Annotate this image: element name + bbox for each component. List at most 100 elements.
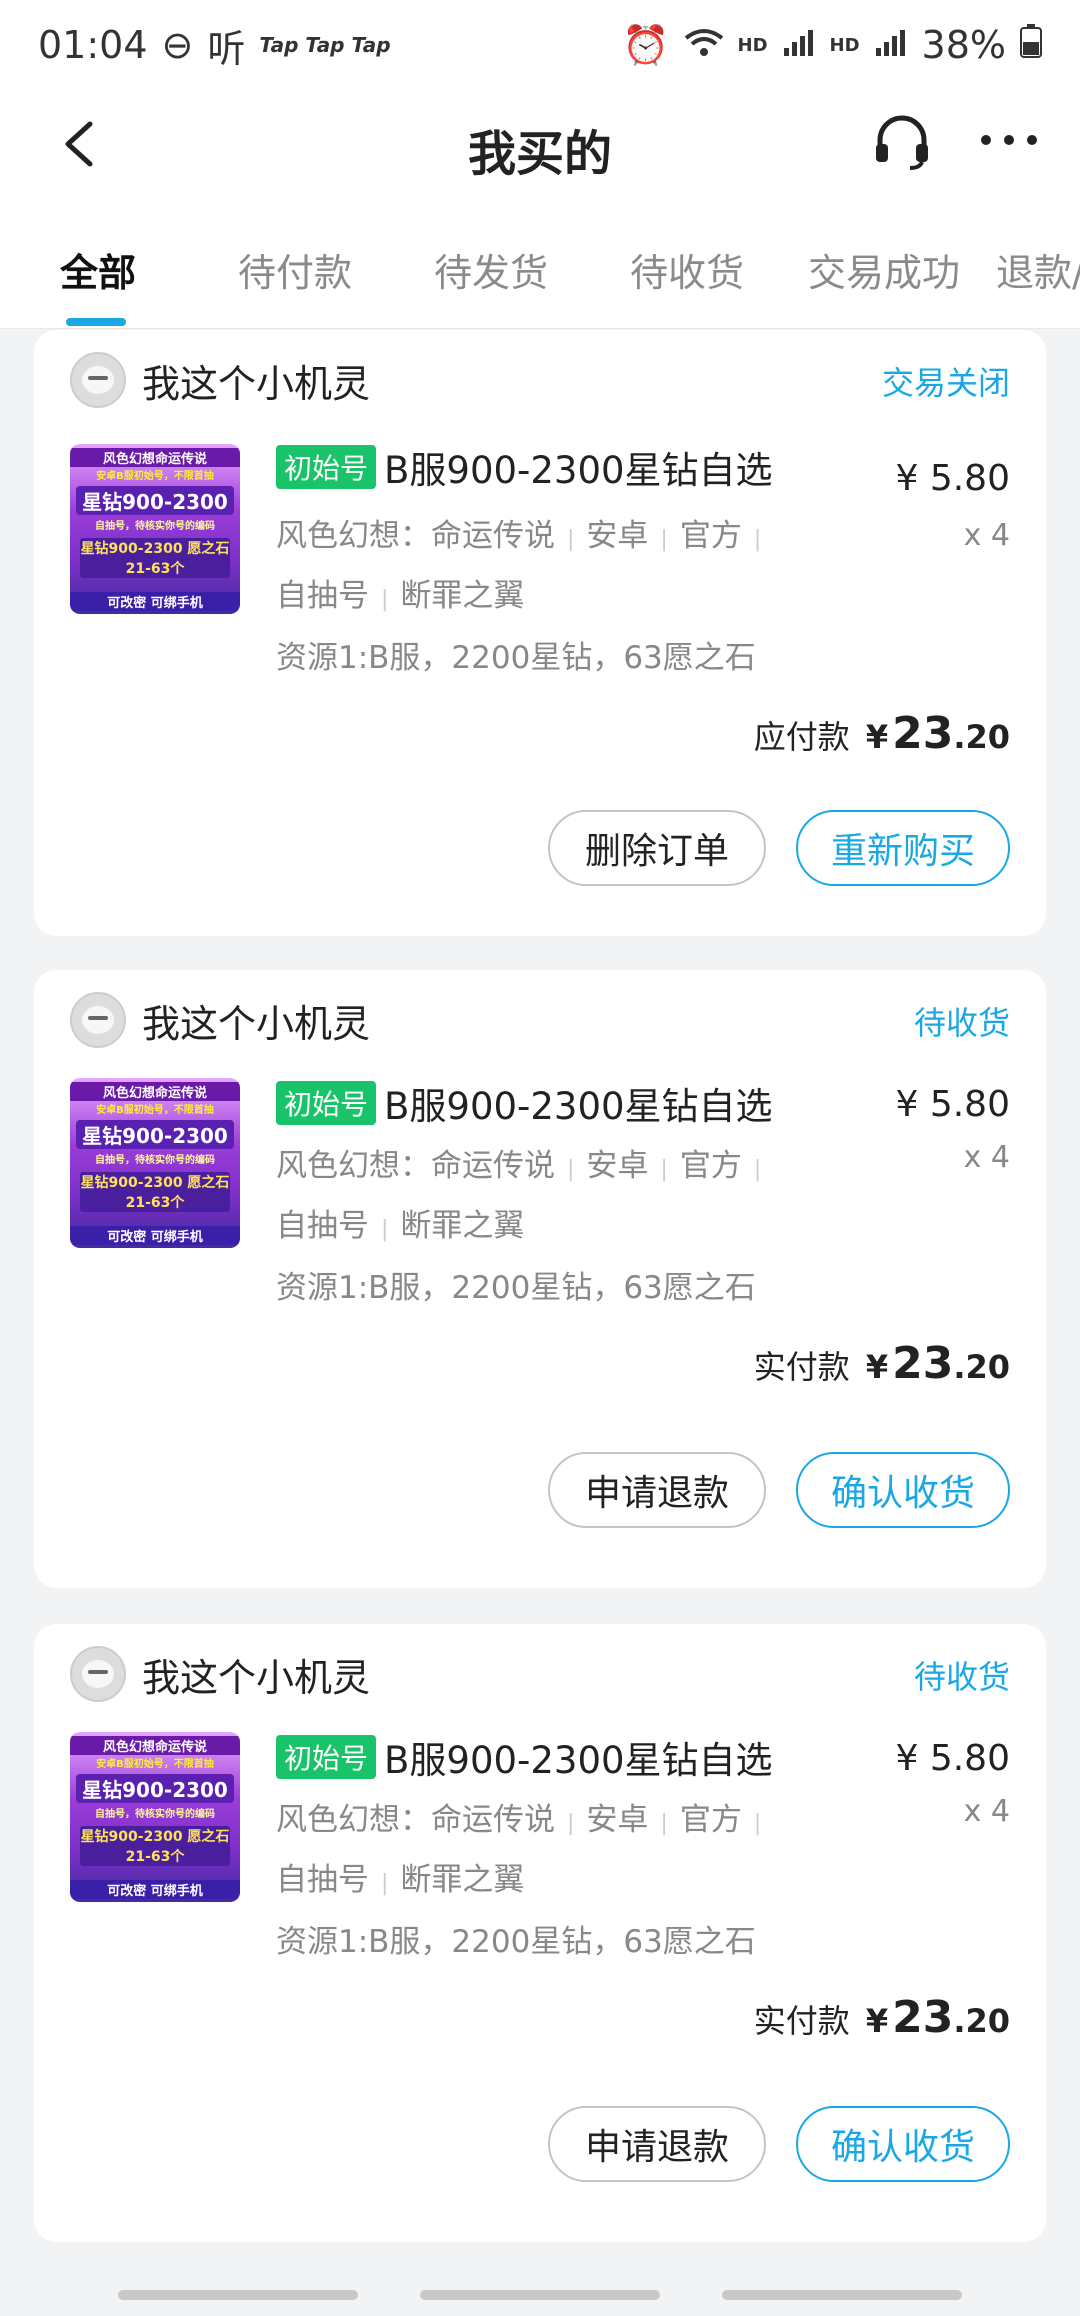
currency-symbol: ¥ (865, 718, 889, 756)
resource-info: 资源1:B服，2200星钻，63愿之石 (276, 640, 756, 676)
tab-all[interactable]: 全部 (60, 242, 136, 297)
nav-indicator-bar (722, 2290, 962, 2300)
shop-row[interactable]: 我这个小机灵 (70, 990, 370, 1050)
tab-pending-shipment[interactable]: 待发货 (434, 242, 548, 297)
quantity: x 4 (963, 518, 1010, 553)
shop-name: 我这个小机灵 (142, 1655, 371, 1700)
hd-label-1: HD (737, 34, 768, 56)
bottom-nav-indicators (0, 2280, 1080, 2316)
thumb-text: 风色幻想命运传说 (70, 448, 240, 467)
delete-order-button[interactable]: 删除订单 (548, 810, 766, 886)
wifi-icon (684, 23, 724, 67)
attr-server: 官方 (679, 1802, 742, 1838)
product-title: B服900-2300星钻自选 (384, 449, 773, 492)
attr-account-type: 自抽号 (276, 578, 369, 614)
product-attributes: 风色幻想：命运传说 | 安卓 | 官方 | 自抽号 | 断罪之翼 (276, 518, 762, 614)
alarm-icon: ⏰ (622, 22, 670, 67)
tab-pending-receipt[interactable]: 待收货 (630, 242, 744, 297)
request-refund-button[interactable]: 申请退款 (548, 2106, 766, 2182)
attr-account-type: 自抽号 (276, 1862, 369, 1898)
product-tag: 初始号 (276, 1081, 377, 1125)
product-thumbnail[interactable]: 风色幻想命运传说 安卓B服初始号，不限首抽 星钻900-2300 自抽号，待核实… (70, 444, 240, 614)
product-title-row[interactable]: 初始号 B服900-2300星钻自选 (276, 440, 773, 494)
unit-price: ¥ 5.80 (895, 1738, 1010, 1779)
unit-price: ¥ 5.80 (895, 458, 1010, 499)
thumb-text: 星钻900-2300 (76, 1120, 234, 1149)
headset-icon[interactable] (870, 110, 934, 174)
shop-row[interactable]: 我这个小机灵 (70, 1644, 370, 1704)
product-title-row[interactable]: 初始号 B服900-2300星钻自选 (276, 1730, 773, 1784)
signal-5g-icon-1 (782, 23, 816, 67)
currency-symbol: ¥ (865, 2002, 889, 2040)
battery-percent: 38% (921, 23, 1006, 67)
total-integer: 23 (892, 708, 954, 759)
signal-5g-icon-2 (874, 23, 908, 67)
nav-bar: 我买的 (0, 90, 1080, 200)
product-thumbnail[interactable]: 风色幻想命运传说 安卓B服初始号，不限首抽 星钻900-2300 自抽号，待核实… (70, 1078, 240, 1248)
attr-platform: 安卓 (586, 1148, 649, 1184)
attr-character: 断罪之翼 (400, 578, 525, 614)
order-card[interactable]: 我这个小机灵 交易关闭 风色幻想命运传说 安卓B服初始号，不限首抽 星钻900-… (34, 330, 1046, 936)
thumb-text: 可改密 可绑手机 (70, 1226, 240, 1245)
request-refund-button[interactable]: 申请退款 (548, 1452, 766, 1528)
confirm-receipt-button[interactable]: 确认收货 (796, 2106, 1010, 2182)
currency-symbol: ¥ (865, 1348, 889, 1386)
order-tabs: 全部 待付款 待发货 待收货 交易成功 退款/ (0, 200, 1080, 329)
total-decimal: .20 (953, 2002, 1010, 2040)
thumb-text: 自抽号，待核实你号的编码 (95, 1809, 215, 1820)
shop-name: 我这个小机灵 (142, 361, 371, 406)
shop-avatar (70, 992, 126, 1048)
taptap-icons: Tap Tap Tap (259, 33, 391, 57)
total-label: 应付款 (753, 718, 850, 756)
product-title: B服900-2300星钻自选 (384, 1739, 773, 1782)
nav-indicator-bar (420, 2290, 660, 2300)
attr-server: 官方 (679, 1148, 742, 1184)
thumb-text: 星钻900-2300 (76, 1774, 234, 1803)
tab-refund[interactable]: 退款/ (996, 242, 1080, 297)
total-decimal: .20 (953, 718, 1010, 756)
total-integer: 23 (892, 1338, 954, 1389)
confirm-receipt-button[interactable]: 确认收货 (796, 1452, 1010, 1528)
thumb-text: 星钻900-2300 愿之石21-63个 (80, 1172, 230, 1212)
thumb-text: 星钻900-2300 愿之石21-63个 (80, 1826, 230, 1866)
order-card[interactable]: 我这个小机灵 待收货 风色幻想命运传说 安卓B服初始号，不限首抽 星钻900-2… (34, 1624, 1046, 2242)
order-status: 待收货 (913, 1658, 1010, 1696)
thumb-text: 自抽号，待核实你号的编码 (95, 521, 215, 532)
product-attributes: 风色幻想：命运传说 | 安卓 | 官方 | 自抽号 | 断罪之翼 (276, 1148, 762, 1244)
resource-info: 资源1:B服，2200星钻，63愿之石 (276, 1924, 756, 1960)
tab-pending-payment[interactable]: 待付款 (238, 242, 352, 297)
shop-row[interactable]: 我这个小机灵 (70, 350, 370, 410)
total-row: 实付款 ¥ 23 .20 (754, 1338, 1010, 1389)
product-thumbnail[interactable]: 风色幻想命运传说 安卓B服初始号，不限首抽 星钻900-2300 自抽号，待核实… (70, 1732, 240, 1902)
attr-platform: 安卓 (586, 1802, 649, 1838)
attr-game: 风色幻想：命运传说 (276, 518, 555, 554)
thumb-text: 可改密 可绑手机 (70, 592, 240, 611)
thumb-text: 星钻900-2300 (76, 486, 234, 515)
attr-platform: 安卓 (586, 518, 649, 554)
more-icon[interactable] (978, 128, 1040, 152)
attr-account-type: 自抽号 (276, 1208, 369, 1244)
thumb-text: 风色幻想命运传说 (70, 1736, 240, 1755)
order-status: 交易关闭 (881, 364, 1010, 402)
attr-character: 断罪之翼 (400, 1208, 525, 1244)
tab-indicator (66, 318, 126, 326)
total-label: 实付款 (753, 1348, 850, 1386)
resource-info: 资源1:B服，2200星钻，63愿之石 (276, 1270, 756, 1306)
ting-app-icon: 听 (207, 26, 246, 71)
attr-character: 断罪之翼 (400, 1862, 525, 1898)
rebuy-button[interactable]: 重新购买 (796, 810, 1010, 886)
shop-avatar (70, 1646, 126, 1702)
tab-completed[interactable]: 交易成功 (808, 242, 960, 297)
dnd-icon: ⊖ (161, 23, 194, 67)
battery-icon (1020, 23, 1042, 67)
product-title-row[interactable]: 初始号 B服900-2300星钻自选 (276, 1076, 773, 1130)
total-integer: 23 (892, 1992, 954, 2043)
attr-game: 风色幻想：命运传说 (276, 1148, 555, 1184)
total-decimal: .20 (953, 1348, 1010, 1386)
hd-label-2: HD (829, 34, 860, 56)
thumb-text: 自抽号，待核实你号的编码 (95, 1155, 215, 1166)
thumb-text: 安卓B服初始号，不限首抽 (96, 471, 214, 482)
status-time: 01:04 (38, 23, 148, 67)
quantity: x 4 (963, 1794, 1010, 1829)
order-card[interactable]: 我这个小机灵 待收货 风色幻想命运传说 安卓B服初始号，不限首抽 星钻900-2… (34, 970, 1046, 1588)
